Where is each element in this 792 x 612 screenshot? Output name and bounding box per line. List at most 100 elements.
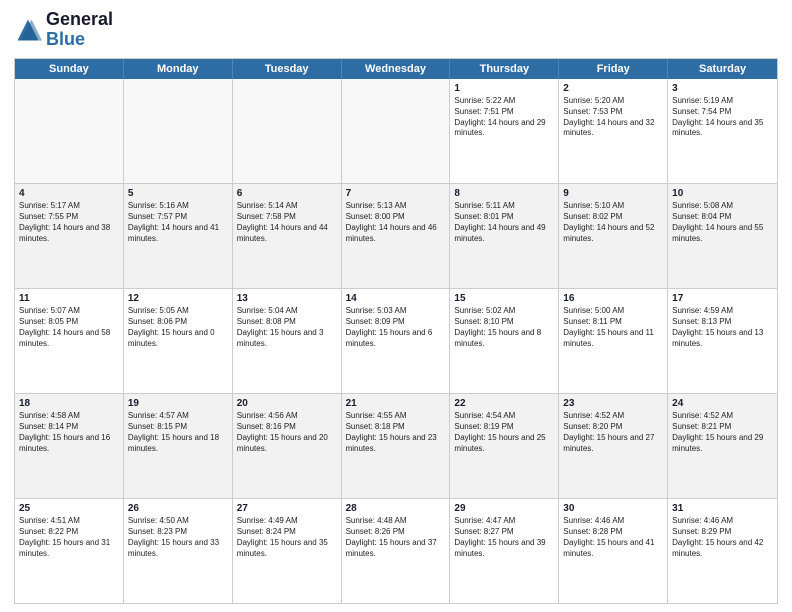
- day-info: Sunrise: 5:22 AMSunset: 7:51 PMDaylight:…: [454, 96, 554, 139]
- day-number: 1: [454, 82, 554, 96]
- day-cell-24: 24Sunrise: 4:52 AMSunset: 8:21 PMDayligh…: [668, 394, 777, 498]
- day-number: 17: [672, 292, 773, 306]
- day-info: Sunrise: 4:46 AMSunset: 8:28 PMDaylight:…: [563, 516, 663, 559]
- day-cell-8: 8Sunrise: 5:11 AMSunset: 8:01 PMDaylight…: [450, 184, 559, 288]
- day-cell-13: 13Sunrise: 5:04 AMSunset: 8:08 PMDayligh…: [233, 289, 342, 393]
- logo-blue: Blue: [46, 29, 85, 49]
- calendar-row-4: 18Sunrise: 4:58 AMSunset: 8:14 PMDayligh…: [15, 394, 777, 499]
- day-cell-16: 16Sunrise: 5:00 AMSunset: 8:11 PMDayligh…: [559, 289, 668, 393]
- day-info: Sunrise: 5:02 AMSunset: 8:10 PMDaylight:…: [454, 306, 554, 349]
- day-number: 28: [346, 502, 446, 516]
- weekday-header-tuesday: Tuesday: [233, 59, 342, 79]
- weekday-header-monday: Monday: [124, 59, 233, 79]
- empty-cell: [233, 79, 342, 183]
- day-number: 2: [563, 82, 663, 96]
- day-number: 26: [128, 502, 228, 516]
- day-number: 9: [563, 187, 663, 201]
- day-info: Sunrise: 4:50 AMSunset: 8:23 PMDaylight:…: [128, 516, 228, 559]
- day-info: Sunrise: 4:51 AMSunset: 8:22 PMDaylight:…: [19, 516, 119, 559]
- day-number: 8: [454, 187, 554, 201]
- day-cell-1: 1Sunrise: 5:22 AMSunset: 7:51 PMDaylight…: [450, 79, 559, 183]
- calendar: SundayMondayTuesdayWednesdayThursdayFrid…: [14, 58, 778, 604]
- day-number: 15: [454, 292, 554, 306]
- day-cell-17: 17Sunrise: 4:59 AMSunset: 8:13 PMDayligh…: [668, 289, 777, 393]
- calendar-header: SundayMondayTuesdayWednesdayThursdayFrid…: [15, 59, 777, 79]
- day-number: 14: [346, 292, 446, 306]
- day-number: 13: [237, 292, 337, 306]
- day-info: Sunrise: 4:57 AMSunset: 8:15 PMDaylight:…: [128, 411, 228, 454]
- day-number: 16: [563, 292, 663, 306]
- calendar-row-5: 25Sunrise: 4:51 AMSunset: 8:22 PMDayligh…: [15, 499, 777, 603]
- day-info: Sunrise: 5:10 AMSunset: 8:02 PMDaylight:…: [563, 201, 663, 244]
- day-cell-6: 6Sunrise: 5:14 AMSunset: 7:58 PMDaylight…: [233, 184, 342, 288]
- day-info: Sunrise: 4:46 AMSunset: 8:29 PMDaylight:…: [672, 516, 773, 559]
- empty-cell: [124, 79, 233, 183]
- day-cell-30: 30Sunrise: 4:46 AMSunset: 8:28 PMDayligh…: [559, 499, 668, 603]
- day-cell-7: 7Sunrise: 5:13 AMSunset: 8:00 PMDaylight…: [342, 184, 451, 288]
- day-cell-23: 23Sunrise: 4:52 AMSunset: 8:20 PMDayligh…: [559, 394, 668, 498]
- day-info: Sunrise: 4:52 AMSunset: 8:21 PMDaylight:…: [672, 411, 773, 454]
- day-number: 4: [19, 187, 119, 201]
- empty-cell: [342, 79, 451, 183]
- day-info: Sunrise: 4:47 AMSunset: 8:27 PMDaylight:…: [454, 516, 554, 559]
- day-info: Sunrise: 5:03 AMSunset: 8:09 PMDaylight:…: [346, 306, 446, 349]
- day-cell-31: 31Sunrise: 4:46 AMSunset: 8:29 PMDayligh…: [668, 499, 777, 603]
- calendar-row-1: 1Sunrise: 5:22 AMSunset: 7:51 PMDaylight…: [15, 79, 777, 184]
- day-info: Sunrise: 5:00 AMSunset: 8:11 PMDaylight:…: [563, 306, 663, 349]
- day-cell-4: 4Sunrise: 5:17 AMSunset: 7:55 PMDaylight…: [15, 184, 124, 288]
- day-cell-20: 20Sunrise: 4:56 AMSunset: 8:16 PMDayligh…: [233, 394, 342, 498]
- day-number: 21: [346, 397, 446, 411]
- day-cell-2: 2Sunrise: 5:20 AMSunset: 7:53 PMDaylight…: [559, 79, 668, 183]
- day-cell-12: 12Sunrise: 5:05 AMSunset: 8:06 PMDayligh…: [124, 289, 233, 393]
- weekday-header-sunday: Sunday: [15, 59, 124, 79]
- weekday-header-saturday: Saturday: [668, 59, 777, 79]
- day-cell-5: 5Sunrise: 5:16 AMSunset: 7:57 PMDaylight…: [124, 184, 233, 288]
- day-cell-26: 26Sunrise: 4:50 AMSunset: 8:23 PMDayligh…: [124, 499, 233, 603]
- day-number: 27: [237, 502, 337, 516]
- day-number: 29: [454, 502, 554, 516]
- day-info: Sunrise: 5:16 AMSunset: 7:57 PMDaylight:…: [128, 201, 228, 244]
- day-number: 11: [19, 292, 119, 306]
- day-cell-22: 22Sunrise: 4:54 AMSunset: 8:19 PMDayligh…: [450, 394, 559, 498]
- day-cell-29: 29Sunrise: 4:47 AMSunset: 8:27 PMDayligh…: [450, 499, 559, 603]
- day-number: 6: [237, 187, 337, 201]
- day-info: Sunrise: 5:13 AMSunset: 8:00 PMDaylight:…: [346, 201, 446, 244]
- header: General Blue: [14, 10, 778, 50]
- day-number: 19: [128, 397, 228, 411]
- day-cell-28: 28Sunrise: 4:48 AMSunset: 8:26 PMDayligh…: [342, 499, 451, 603]
- day-cell-3: 3Sunrise: 5:19 AMSunset: 7:54 PMDaylight…: [668, 79, 777, 183]
- weekday-header-thursday: Thursday: [450, 59, 559, 79]
- day-cell-19: 19Sunrise: 4:57 AMSunset: 8:15 PMDayligh…: [124, 394, 233, 498]
- weekday-header-wednesday: Wednesday: [342, 59, 451, 79]
- day-cell-11: 11Sunrise: 5:07 AMSunset: 8:05 PMDayligh…: [15, 289, 124, 393]
- day-number: 12: [128, 292, 228, 306]
- day-info: Sunrise: 4:58 AMSunset: 8:14 PMDaylight:…: [19, 411, 119, 454]
- calendar-row-3: 11Sunrise: 5:07 AMSunset: 8:05 PMDayligh…: [15, 289, 777, 394]
- day-number: 5: [128, 187, 228, 201]
- day-number: 3: [672, 82, 773, 96]
- day-info: Sunrise: 4:55 AMSunset: 8:18 PMDaylight:…: [346, 411, 446, 454]
- empty-cell: [15, 79, 124, 183]
- day-number: 23: [563, 397, 663, 411]
- weekday-header-friday: Friday: [559, 59, 668, 79]
- calendar-row-2: 4Sunrise: 5:17 AMSunset: 7:55 PMDaylight…: [15, 184, 777, 289]
- day-cell-15: 15Sunrise: 5:02 AMSunset: 8:10 PMDayligh…: [450, 289, 559, 393]
- page: General Blue SundayMondayTuesdayWednesda…: [0, 0, 792, 612]
- day-number: 22: [454, 397, 554, 411]
- day-number: 18: [19, 397, 119, 411]
- day-info: Sunrise: 5:08 AMSunset: 8:04 PMDaylight:…: [672, 201, 773, 244]
- logo: General Blue: [14, 10, 113, 50]
- day-info: Sunrise: 5:04 AMSunset: 8:08 PMDaylight:…: [237, 306, 337, 349]
- day-info: Sunrise: 4:59 AMSunset: 8:13 PMDaylight:…: [672, 306, 773, 349]
- day-info: Sunrise: 5:05 AMSunset: 8:06 PMDaylight:…: [128, 306, 228, 349]
- day-info: Sunrise: 5:14 AMSunset: 7:58 PMDaylight:…: [237, 201, 337, 244]
- day-info: Sunrise: 5:11 AMSunset: 8:01 PMDaylight:…: [454, 201, 554, 244]
- day-info: Sunrise: 4:49 AMSunset: 8:24 PMDaylight:…: [237, 516, 337, 559]
- day-number: 31: [672, 502, 773, 516]
- day-number: 24: [672, 397, 773, 411]
- day-info: Sunrise: 4:48 AMSunset: 8:26 PMDaylight:…: [346, 516, 446, 559]
- calendar-body: 1Sunrise: 5:22 AMSunset: 7:51 PMDaylight…: [15, 79, 777, 603]
- day-number: 30: [563, 502, 663, 516]
- day-number: 20: [237, 397, 337, 411]
- day-info: Sunrise: 5:19 AMSunset: 7:54 PMDaylight:…: [672, 96, 773, 139]
